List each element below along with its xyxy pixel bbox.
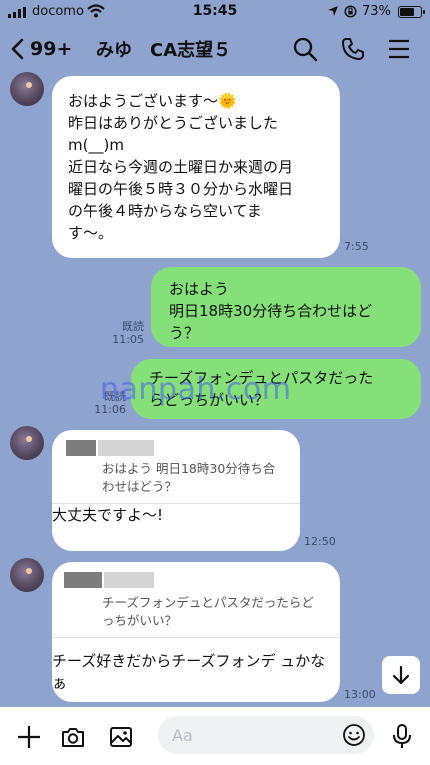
message-timestamp: 11:06 (94, 403, 126, 416)
message-bubble-outgoing[interactable]: チーズフォンデュとパスタだった らどっちがいい？ (131, 359, 421, 419)
message-text: おはようございます〜🌞 昨日はありがとうございました m(__)m 近日なら今週… (68, 92, 294, 242)
unread-count: 99+ (30, 38, 73, 60)
message-text: 大丈夫ですよ〜! (52, 506, 164, 524)
avatar[interactable] (10, 558, 44, 592)
chat-messages[interactable]: おはようございます〜🌞 昨日はありがとうございました m(__)m 近日なら今週… (0, 72, 430, 707)
message-text: おはよう 明日18時30分待ち合わせはど う？ (169, 280, 373, 342)
avatar[interactable] (10, 72, 44, 106)
search-icon[interactable] (292, 36, 318, 62)
scroll-to-bottom-button[interactable] (382, 656, 420, 694)
chat-header: 99+ みゆ CA志望５ (0, 24, 430, 72)
emoji-icon[interactable] (342, 723, 366, 747)
quoted-sender-name (104, 572, 154, 588)
location-arrow-icon (328, 6, 338, 16)
message-bubble-outgoing[interactable]: おはよう 明日18時30分待ち合わせはど う？ (151, 267, 421, 347)
status-bar: docomo 15:45 73% (0, 0, 430, 24)
quoted-message[interactable]: おはよう 明日18時30分待ち合 わせはどう？ (52, 430, 300, 504)
plus-icon[interactable] (16, 724, 42, 750)
microphone-icon[interactable] (389, 723, 415, 749)
quoted-sender-name (98, 440, 154, 456)
image-icon[interactable] (108, 724, 134, 750)
quoted-sender-avatar (64, 572, 102, 588)
quoted-sender-avatar (66, 440, 96, 456)
message-input-bar (0, 707, 430, 765)
message-text: チーズフォンデュとパスタだった らどっちがいい？ (149, 369, 374, 409)
battery-icon (398, 6, 425, 18)
menu-icon[interactable] (386, 36, 412, 62)
message-timestamp: 12:50 (304, 535, 336, 548)
message-text: チーズ好きだからチーズフォンデ ュかなぁ (52, 652, 326, 692)
message-timestamp: 7:55 (344, 240, 369, 253)
rotation-lock-icon (344, 5, 357, 18)
read-receipt: 既読 (122, 320, 144, 333)
phone-call-icon[interactable] (340, 36, 366, 62)
message-bubble-incoming-reply[interactable]: おはよう 明日18時30分待ち合 わせはどう？ 大丈夫ですよ〜! (52, 430, 300, 551)
quoted-text: チーズフォンデュとパスタだったらど っちがいい？ (102, 595, 314, 628)
chat-title: みゆ CA志望５ (96, 40, 232, 61)
message-bubble-incoming[interactable]: おはようございます〜🌞 昨日はありがとうございました m(__)m 近日なら今週… (52, 76, 340, 258)
avatar[interactable] (10, 426, 44, 460)
camera-icon[interactable] (60, 724, 86, 750)
back-button[interactable]: 99+ (10, 34, 90, 64)
quoted-text: おはよう 明日18時30分待ち合 わせはどう？ (102, 461, 276, 494)
chevron-left-icon (11, 38, 24, 60)
arrow-down-icon (392, 665, 410, 685)
message-timestamp: 11:05 (112, 333, 144, 346)
quoted-message[interactable]: チーズフォンデュとパスタだったらど っちがいい？ (52, 562, 340, 638)
battery-level-fill (400, 8, 414, 16)
battery-percent: 73% (362, 4, 391, 19)
read-receipt: 既読 (104, 390, 126, 403)
message-bubble-incoming-reply[interactable]: チーズフォンデュとパスタだったらど っちがいい？ チーズ好きだからチーズフォンデ… (52, 562, 340, 702)
message-timestamp: 13:00 (344, 688, 376, 701)
